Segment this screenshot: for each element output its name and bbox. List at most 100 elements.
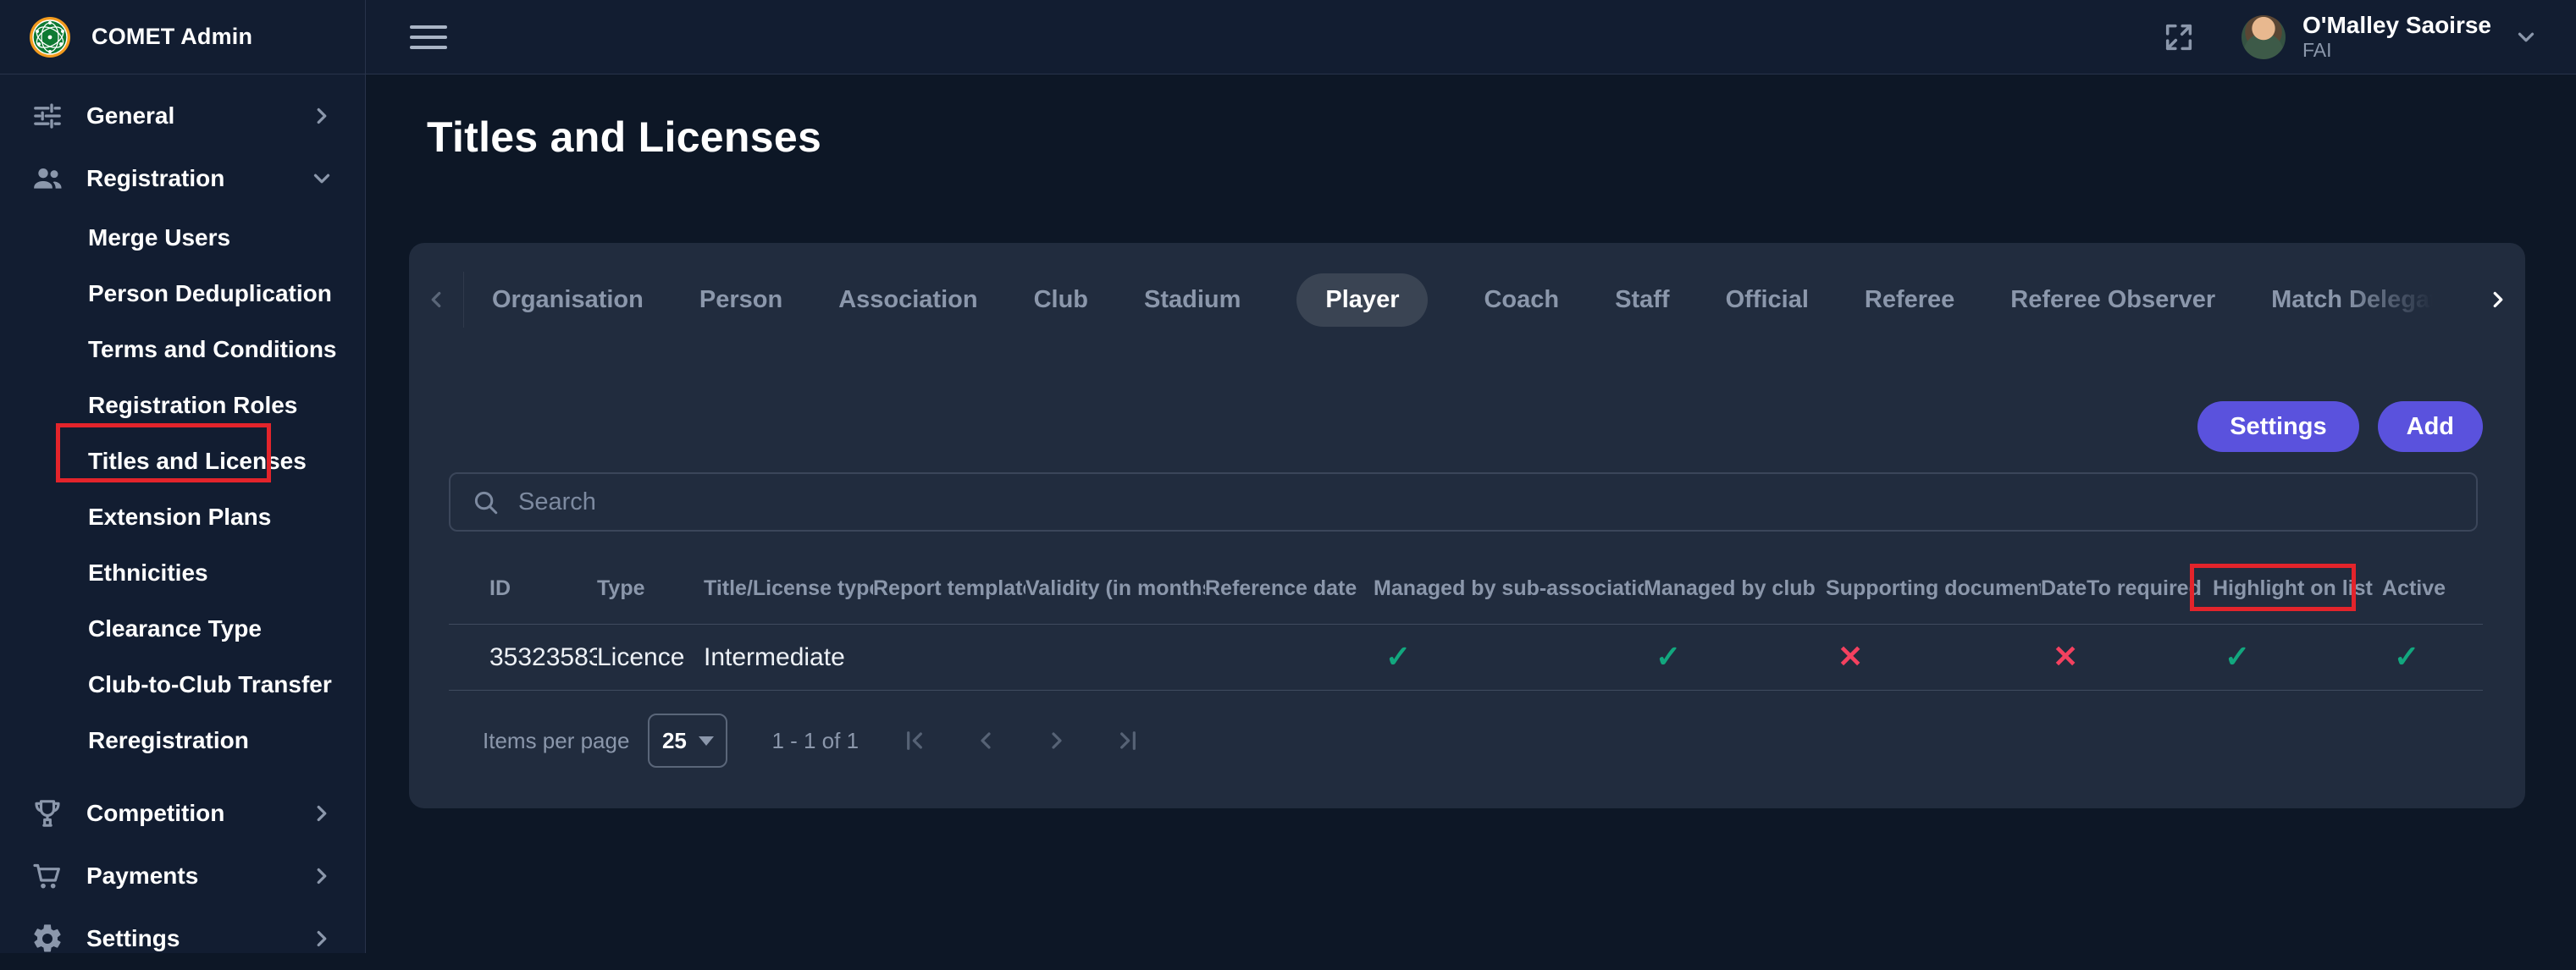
table-row[interactable]: 35323583LicenceIntermediate✓✓✕✕✓✓ (449, 625, 2483, 691)
items-per-page-label: Items per page (483, 728, 629, 754)
cross-icon: ✕ (1826, 642, 1863, 672)
tab-player[interactable]: Player (1296, 273, 1428, 327)
sidebar-item-label: Payments (86, 863, 198, 890)
people-icon (30, 162, 64, 196)
check-icon: ✓ (1374, 642, 1411, 672)
sidebar-subitem-club-to-club-transfer[interactable]: Club-to-Club Transfer (0, 657, 365, 713)
search-box (449, 472, 2478, 532)
sidebar-item-general[interactable]: General (0, 85, 365, 147)
tab-match-delegate[interactable]: Match Delegate (2271, 286, 2452, 314)
column-header-managed-by-sub-association: Managed by sub-association (1374, 576, 1644, 601)
sidebar-item-settings[interactable]: Settings (0, 907, 365, 970)
user-name: O'Malley Saoirse (2302, 12, 2491, 39)
cross-icon: ✕ (2041, 642, 2078, 672)
table-body: 35323583LicenceIntermediate✓✓✕✕✓✓ (449, 625, 2483, 691)
tab-club[interactable]: Club (1034, 286, 1088, 314)
sidebar-subitem-clearance-type[interactable]: Clearance Type (0, 601, 365, 657)
comet-logo-icon (29, 16, 71, 58)
sidebar-header: COMET Admin (0, 0, 365, 74)
chevron-right-icon (309, 103, 334, 129)
chevron-right-icon (309, 863, 334, 889)
settings-button[interactable]: Settings (2197, 401, 2358, 452)
sidebar-subitem-extension-plans[interactable]: Extension Plans (0, 489, 365, 545)
cell-active: ✓ (2382, 642, 2481, 674)
cell-managed-by-sub-association: ✓ (1374, 642, 1644, 674)
topbar: O'Malley Saoirse FAI (366, 0, 2576, 74)
sidebar-subitem-titles-and-licenses[interactable]: Titles and Licenses (0, 433, 365, 489)
user-organisation: FAI (2302, 39, 2491, 61)
column-header-report-template: Report template (873, 576, 1025, 601)
column-header-dateto-required: DateTo required (2041, 576, 2213, 601)
chevron-right-icon (309, 801, 334, 826)
column-header-supporting-document: Supporting document (1826, 576, 2041, 601)
sidebar-subitem-person-deduplication[interactable]: Person Deduplication (0, 266, 365, 322)
fullscreen-icon[interactable] (2162, 20, 2196, 54)
sidebar-nav-bottom: Competition Payments Settings (0, 782, 365, 970)
tab-stadium[interactable]: Stadium (1144, 286, 1241, 314)
column-header-reference-date: Reference date (1205, 576, 1374, 601)
first-page-icon[interactable] (896, 722, 933, 759)
brand-title: COMET Admin (91, 24, 252, 50)
last-page-icon[interactable] (1109, 722, 1147, 759)
tabs-scroll-left-icon[interactable] (409, 272, 463, 328)
user-menu[interactable]: O'Malley Saoirse FAI (2302, 12, 2491, 62)
tab-referee[interactable]: Referee (1865, 286, 1954, 314)
page-title: Titles and Licenses (427, 113, 821, 162)
previous-page-icon[interactable] (967, 722, 1004, 759)
sidebar-subitem-ethnicities[interactable]: Ethnicities (0, 545, 365, 601)
sidebar-subitem-reregistration[interactable]: Reregistration (0, 713, 365, 769)
tabs-scroll-right-icon[interactable] (2471, 272, 2525, 328)
sidebar-item-registration[interactable]: Registration (0, 147, 365, 210)
tune-icon (30, 99, 64, 133)
sidebar-subitem-merge-users[interactable]: Merge Users (0, 210, 365, 266)
tab-list: Organisation Person Association Club Stadium… (463, 272, 2471, 328)
chevron-down-icon (309, 166, 334, 191)
column-header-active: Active (2382, 576, 2481, 601)
cart-icon (30, 859, 64, 893)
check-icon: ✓ (2382, 642, 2419, 672)
card-actions: Settings Add (409, 401, 2483, 452)
sidebar-item-competition[interactable]: Competition (0, 782, 365, 845)
column-header-highlight-on-list: Highlight on list (2213, 576, 2382, 601)
trophy-icon (30, 796, 64, 830)
sidebar-item-label: Competition (86, 800, 224, 827)
sidebar: COMET Admin General Registration Merge Us… (0, 0, 366, 953)
sidebar-registration-submenu: Merge UsersPerson DeduplicationTerms and… (0, 210, 365, 769)
column-header-validity-in-months: Validity (in months) (1025, 576, 1205, 601)
cell-managed-by-club: ✓ (1644, 642, 1826, 674)
titles-licenses-table: IDTypeTitle/License typeReport templateV… (449, 554, 2483, 691)
select-caret-icon (699, 736, 714, 746)
page-range-label: 1 - 1 of 1 (771, 728, 859, 754)
search-input[interactable] (518, 488, 2456, 516)
cell-dateto-required: ✕ (2041, 642, 2213, 674)
entity-tabbar: Organisation Person Association Club Stadium… (409, 272, 2525, 328)
menu-toggle-icon[interactable] (410, 22, 447, 52)
sidebar-subitem-registration-roles[interactable]: Registration Roles (0, 378, 365, 433)
cell-supporting-document: ✕ (1826, 642, 2041, 674)
cell-highlight-on-list: ✓ (2213, 642, 2382, 674)
content-card: Organisation Person Association Club Stadium… (409, 243, 2525, 808)
tab-association[interactable]: Association (838, 286, 977, 314)
tab-referee-observer[interactable]: Referee Observer (2010, 286, 2215, 314)
next-page-icon[interactable] (1038, 722, 1075, 759)
sidebar-nav-top: General Registration (0, 85, 365, 210)
column-header-title-license-type: Title/License type (704, 576, 873, 601)
tab-person[interactable]: Person (699, 286, 782, 314)
tab-staff[interactable]: Staff (1615, 286, 1669, 314)
column-header-id: ID (449, 576, 597, 601)
cell-type: Licence (597, 643, 704, 672)
sidebar-item-label: General (86, 102, 174, 130)
sidebar-subitem-terms-and-conditions[interactable]: Terms and Conditions (0, 322, 365, 378)
sidebar-item-payments[interactable]: Payments (0, 845, 365, 907)
gear-icon (30, 922, 64, 956)
page-size-select[interactable]: 25 (648, 714, 727, 768)
tab-organisation[interactable]: Organisation (492, 286, 644, 314)
chevron-right-icon (309, 926, 334, 951)
check-icon: ✓ (1644, 642, 1681, 672)
add-button[interactable]: Add (2378, 401, 2483, 452)
chevron-down-icon[interactable] (2513, 25, 2539, 50)
tab-official[interactable]: Official (1726, 286, 1809, 314)
user-avatar[interactable] (2242, 15, 2286, 59)
check-icon: ✓ (2213, 642, 2250, 672)
tab-coach[interactable]: Coach (1484, 286, 1559, 314)
